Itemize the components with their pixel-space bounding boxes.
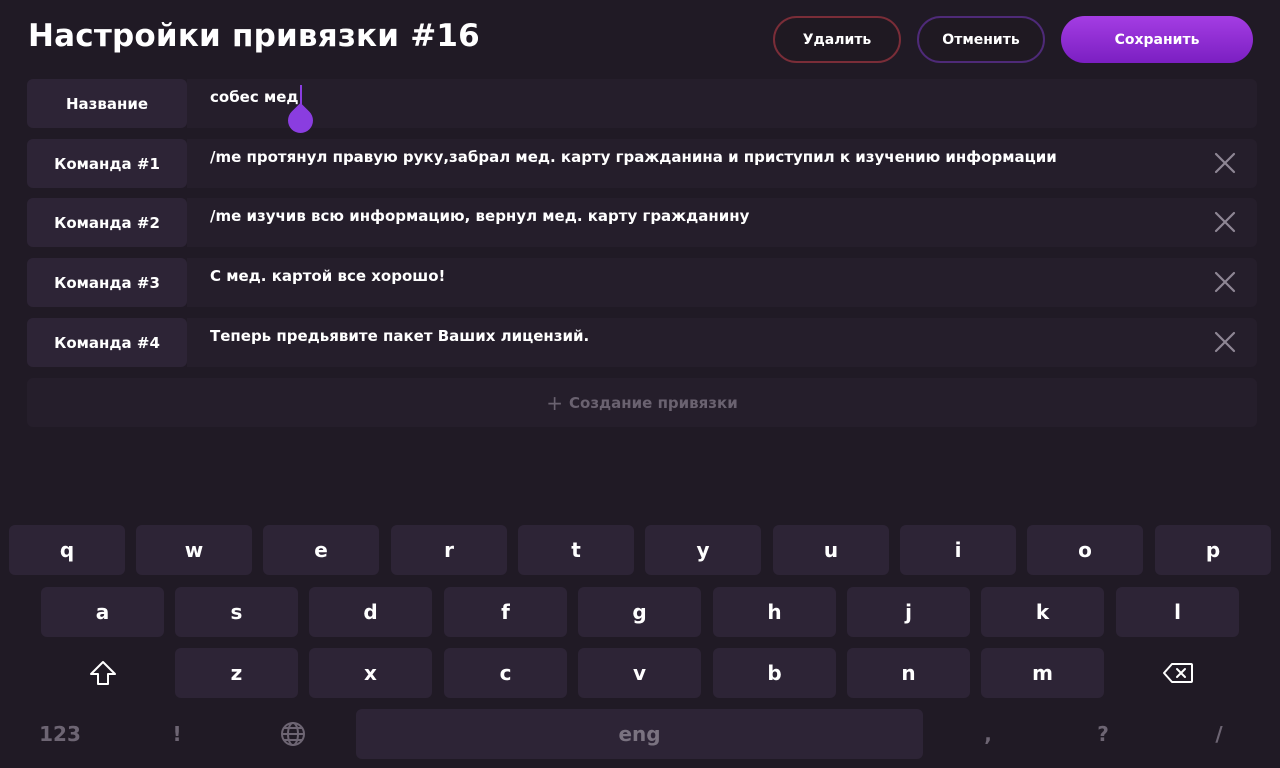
backspace-key[interactable] [1116, 648, 1239, 698]
space-key[interactable]: eng [356, 709, 923, 759]
globe-icon [281, 722, 305, 746]
shift-key[interactable] [41, 648, 164, 698]
remove-command-button[interactable] [1213, 210, 1237, 234]
remove-command-button[interactable] [1213, 270, 1237, 294]
key-d[interactable]: d [309, 587, 432, 637]
key-z[interactable]: z [175, 648, 298, 698]
numbers-key[interactable]: 123 [9, 709, 111, 759]
create-binding-button[interactable]: + Создание привязки [27, 378, 1257, 427]
command-field-value[interactable]: /me изучив всю информацию, вернул мед. к… [210, 207, 749, 225]
command-field[interactable]: С мед. картой все хорошо! [187, 258, 1257, 307]
close-icon [1214, 152, 1236, 174]
command-field-value[interactable]: С мед. картой все хорошо! [210, 267, 445, 285]
page-title: Настройки привязки #16 [28, 18, 480, 54]
name-field-value[interactable]: собес мед [210, 88, 299, 106]
key-q[interactable]: q [9, 525, 125, 575]
header: Настройки привязки #16 Удалить Отменить … [0, 0, 1280, 80]
command-row: Команда #2 /me изучив всю информацию, ве… [27, 198, 1257, 247]
shift-icon [89, 661, 116, 685]
key-u[interactable]: u [773, 525, 889, 575]
cursor-drag-handle[interactable] [282, 102, 319, 139]
exclamation-key[interactable]: ! [126, 709, 228, 759]
key-l[interactable]: l [1116, 587, 1239, 637]
key-y[interactable]: y [645, 525, 761, 575]
name-row: Название собес мед [27, 79, 1257, 139]
key-k[interactable]: k [981, 587, 1104, 637]
command-label: Команда #2 [27, 198, 187, 247]
backspace-icon [1162, 663, 1193, 683]
key-m[interactable]: m [981, 648, 1104, 698]
remove-command-button[interactable] [1213, 330, 1237, 354]
key-w[interactable]: w [136, 525, 252, 575]
key-i[interactable]: i [900, 525, 1016, 575]
slash-key[interactable]: / [1168, 709, 1270, 759]
key-b[interactable]: b [713, 648, 836, 698]
remove-command-button[interactable] [1213, 151, 1237, 175]
command-label: Команда #3 [27, 258, 187, 307]
cancel-button[interactable]: Отменить [917, 16, 1045, 63]
language-key[interactable] [242, 709, 344, 759]
delete-button[interactable]: Удалить [773, 16, 901, 63]
close-icon [1214, 271, 1236, 293]
key-x[interactable]: x [309, 648, 432, 698]
command-label: Команда #1 [27, 139, 187, 188]
save-button[interactable]: Сохранить [1061, 16, 1253, 63]
question-key[interactable]: ? [1052, 709, 1154, 759]
command-field[interactable]: /me протянул правую руку,забрал мед. кар… [187, 139, 1257, 188]
key-r[interactable]: r [391, 525, 507, 575]
comma-key[interactable]: , [937, 709, 1039, 759]
name-label: Название [27, 79, 187, 128]
command-field[interactable]: /me изучив всю информацию, вернул мед. к… [187, 198, 1257, 247]
key-t[interactable]: t [518, 525, 634, 575]
plus-icon: + [546, 390, 564, 415]
command-row: Команда #3 С мед. картой все хорошо! [27, 258, 1257, 307]
key-a[interactable]: a [41, 587, 164, 637]
command-field[interactable]: Теперь предьявите пакет Ваших лицензий. [187, 318, 1257, 367]
create-binding-label: Создание привязки [569, 393, 738, 412]
key-p[interactable]: p [1155, 525, 1271, 575]
command-label: Команда #4 [27, 318, 187, 367]
key-o[interactable]: o [1027, 525, 1143, 575]
key-h[interactable]: h [713, 587, 836, 637]
command-row: Команда #1 /me протянул правую руку,забр… [27, 139, 1257, 188]
key-n[interactable]: n [847, 648, 970, 698]
key-s[interactable]: s [175, 587, 298, 637]
command-row: Команда #4 Теперь предьявите пакет Ваших… [27, 318, 1257, 367]
key-v[interactable]: v [578, 648, 701, 698]
close-icon [1214, 331, 1236, 353]
key-c[interactable]: c [444, 648, 567, 698]
key-f[interactable]: f [444, 587, 567, 637]
key-j[interactable]: j [847, 587, 970, 637]
name-field[interactable]: собес мед [187, 79, 1257, 139]
command-field-value[interactable]: Теперь предьявите пакет Ваших лицензий. [210, 327, 589, 345]
command-field-value[interactable]: /me протянул правую руку,забрал мед. кар… [210, 148, 1057, 166]
key-g[interactable]: g [578, 587, 701, 637]
close-icon [1214, 211, 1236, 233]
key-e[interactable]: e [263, 525, 379, 575]
